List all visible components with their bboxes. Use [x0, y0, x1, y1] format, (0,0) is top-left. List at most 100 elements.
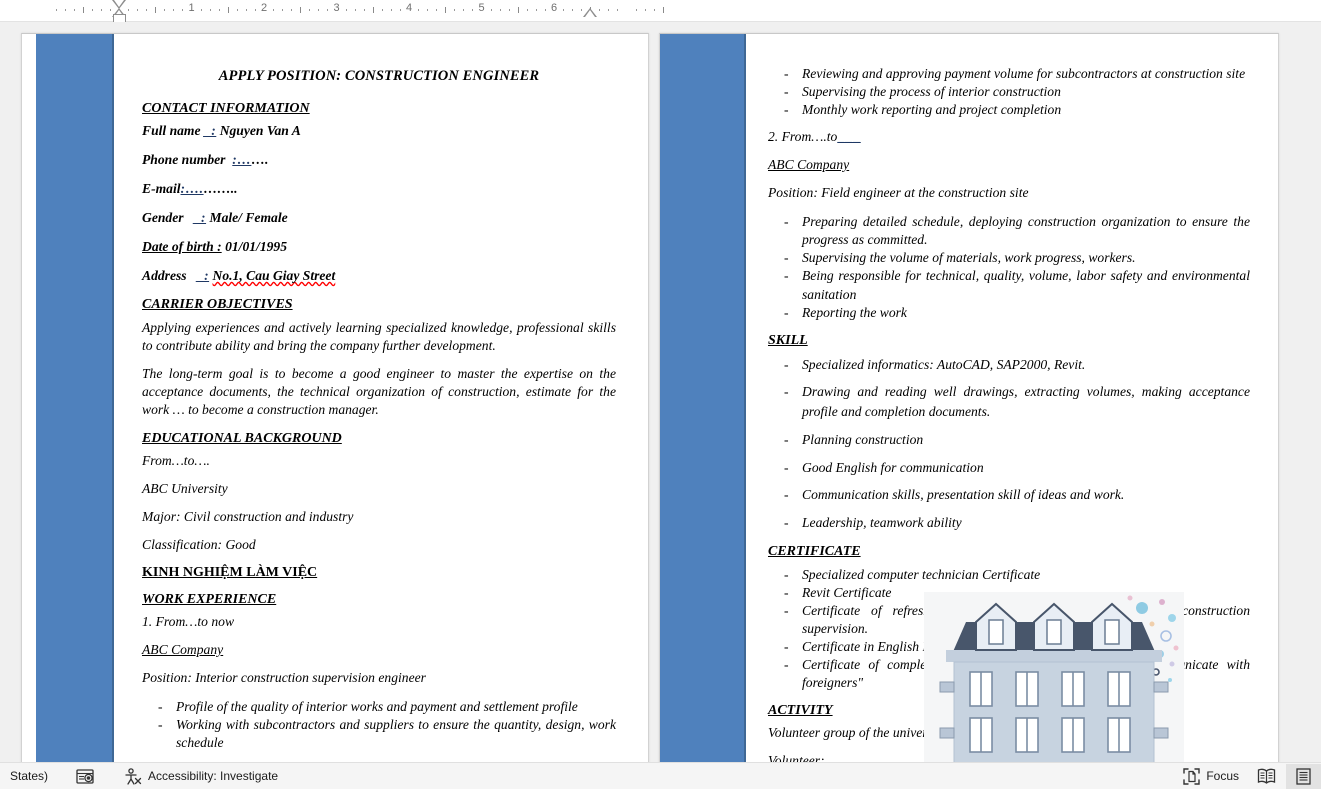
ruler-number-4: 4: [405, 2, 413, 14]
list-item: Specialized computer technician Certific…: [784, 566, 1250, 584]
page2-text-column[interactable]: Reviewing and approving payment volume f…: [746, 34, 1266, 762]
ruler-tick: [599, 9, 601, 11]
list-item: Planning construction: [784, 430, 1250, 450]
list-item: Working with subcontractors and supplier…: [158, 716, 616, 752]
field-phone-number-value: ….: [251, 152, 269, 167]
right-indent-marker[interactable]: [583, 8, 597, 17]
ruler-tick: [155, 7, 157, 13]
ruler-tick: [273, 9, 275, 11]
ruler-tick: [535, 9, 537, 11]
page1-text-column[interactable]: APPLY POSITION: CONSTRUCTION ENGINEER CO…: [120, 34, 638, 762]
ruler-tick: [445, 7, 447, 13]
field-gender-value: Male/ Female: [209, 210, 288, 225]
activity-line-2: Volunteer:: [768, 753, 825, 762]
ruler-tick: [82, 7, 84, 13]
field-gender-sep: _:: [193, 210, 207, 225]
heading-certificate: CERTIFICATE: [768, 543, 861, 559]
job1-duty-list-continued: Reviewing and approving payment volume f…: [768, 65, 1250, 119]
education-line-period: From…to….: [142, 452, 210, 468]
document-canvas[interactable]: APPLY POSITION: CONSTRUCTION ENGINEER CO…: [0, 22, 1321, 762]
ruler-tick: [146, 9, 148, 11]
ruler-tick: [236, 9, 238, 11]
certificate-list: Specialized computer technician Certific…: [768, 566, 1250, 693]
education-line-classification: Classification: Good: [142, 536, 256, 552]
field-phone-number: Phone number :…….: [142, 152, 616, 168]
education-line-university: ABC University: [142, 480, 228, 496]
ruler-tick: [200, 9, 202, 11]
ruler-tick: [662, 7, 664, 13]
ruler-tick: [454, 9, 456, 11]
ruler-tick: [291, 9, 293, 11]
objective-paragraph-1: Applying experiences and actively learni…: [142, 320, 616, 354]
list-item: Reporting the work: [784, 304, 1250, 322]
accessibility-status-button[interactable]: Accessibility: Investigate: [116, 764, 286, 789]
ruler-tick: [300, 7, 302, 13]
document-page-2[interactable]: Reviewing and approving payment volume f…: [659, 33, 1279, 762]
ruler-tick: [318, 9, 320, 11]
ruler-number-2: 2: [260, 2, 268, 14]
heading-contact-information: CONTACT INFORMATION: [142, 101, 310, 116]
ruler-tick: [544, 9, 546, 11]
education-line-major: Major: Civil construction and industry: [142, 508, 354, 524]
field-full-name-sep: _:: [203, 123, 217, 138]
ruler-track[interactable]: 1 2 3 4 5 6: [0, 0, 1321, 24]
focus-icon: [1183, 767, 1201, 785]
field-phone-number-label: Phone number: [142, 152, 226, 167]
ruler-number-1: 1: [188, 2, 195, 14]
field-email-sep: :….: [180, 181, 204, 196]
objective-paragraph-2: The long-term goal is to become a good e…: [142, 365, 616, 418]
read-mode-view-button[interactable]: [1247, 764, 1286, 788]
field-gender: Gender _: Male/ Female: [142, 210, 616, 226]
ruler-tick: [635, 9, 637, 11]
field-address-label: Address: [142, 268, 187, 283]
ruler-tick: [245, 9, 247, 11]
list-item: Supervising the volume of materials, wor…: [784, 249, 1250, 267]
document-page-1[interactable]: APPLY POSITION: CONSTRUCTION ENGINEER CO…: [21, 33, 649, 762]
ruler-tick: [517, 7, 519, 13]
accessibility-icon: [124, 767, 142, 785]
ruler-tick: [173, 9, 175, 11]
print-layout-view-button[interactable]: [1286, 763, 1321, 789]
ruler-tick: [182, 9, 184, 11]
macro-record-button[interactable]: [70, 766, 100, 787]
ruler-tick: [617, 9, 619, 11]
ruler-tick: [345, 9, 347, 11]
ruler-tick: [427, 9, 429, 11]
job2-duty-list: Preparing detailed schedule, deploying c…: [768, 213, 1250, 322]
ruler-tick: [363, 9, 365, 11]
field-full-name: Full name _: Nguyen Van A: [142, 123, 616, 139]
job2-period: 2. From….to___: [768, 129, 1250, 145]
ruler-tick: [499, 9, 501, 11]
ruler-tick: [227, 7, 229, 13]
status-bar[interactable]: States) Accessibility: Investigate Focus: [0, 762, 1321, 789]
activity-line-1: Volunteer group of the university: [768, 725, 947, 741]
list-item: Preparing detailed schedule, deploying c…: [784, 213, 1250, 249]
field-email-value: ……..: [203, 181, 238, 196]
list-item: Certificate in English B1: [784, 638, 1250, 656]
job1-duty-list: Profile of the quality of interior works…: [142, 698, 616, 752]
heading-carrier-objectives: CARRIER OBJECTIVES: [142, 297, 293, 312]
list-item: Certificate of refresher course of work …: [784, 602, 1250, 638]
ruler-tick: [572, 9, 574, 11]
heading-activity: ACTIVITY: [768, 703, 833, 719]
horizontal-ruler[interactable]: 1 2 3 4 5 6: [0, 0, 1321, 24]
list-item: Reviewing and approving payment volume f…: [784, 65, 1250, 83]
ruler-tick: [508, 9, 510, 11]
field-full-name-label: Full name: [142, 123, 201, 138]
job2-period-blank: ___: [837, 129, 861, 145]
ruler-tick: [653, 9, 655, 11]
list-item: Drawing and reading well drawings, extra…: [784, 382, 1250, 421]
ruler-tick: [399, 9, 401, 11]
ruler-tick: [436, 9, 438, 11]
heading-educational-background: EDUCATIONAL BACKGROUND: [142, 430, 342, 446]
list-item: Specialized informatics: AutoCAD, SAP200…: [784, 355, 1250, 375]
list-item: Monthly work reporting and project compl…: [784, 101, 1250, 119]
focus-mode-button[interactable]: Focus: [1175, 764, 1247, 789]
accessibility-status-label: Accessibility: Investigate: [148, 769, 279, 783]
status-bar-left: States) Accessibility: Investigate: [0, 764, 286, 789]
focus-mode-label: Focus: [1206, 769, 1239, 783]
print-layout-icon: [1296, 767, 1311, 785]
list-item: Leadership, teamwork ability: [784, 513, 1250, 533]
field-email: E-mail:….……..: [142, 181, 616, 197]
language-indicator[interactable]: States): [4, 766, 54, 786]
